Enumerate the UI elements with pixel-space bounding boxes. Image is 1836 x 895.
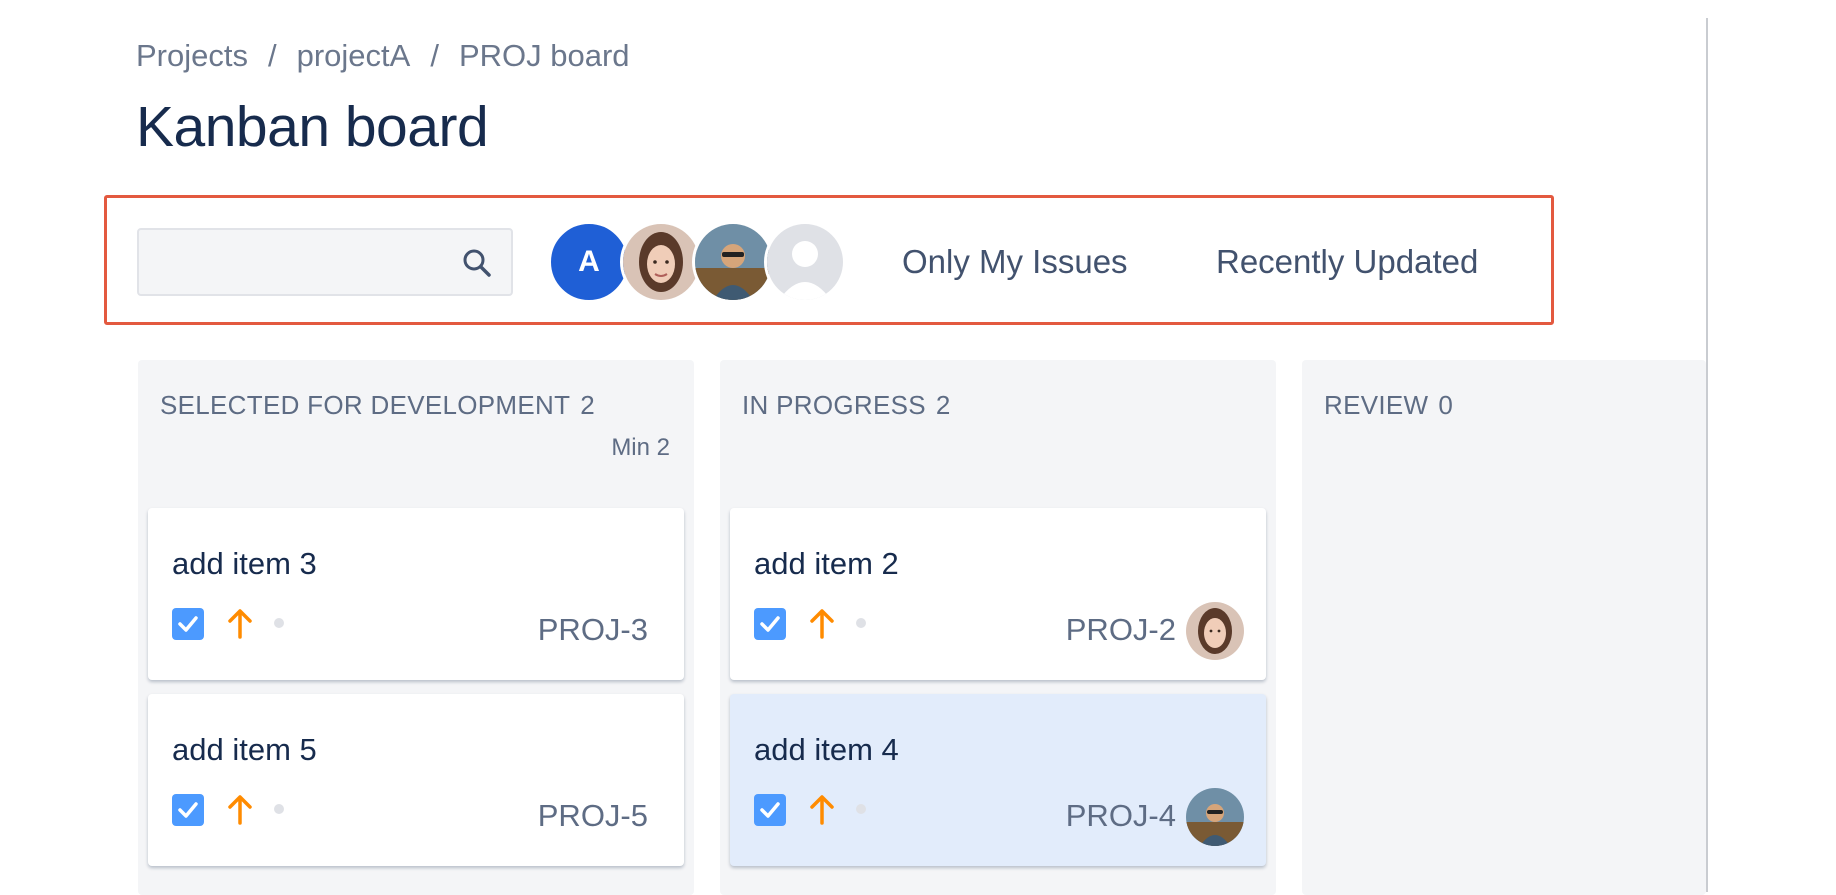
issue-card[interactable]: add item 3 PROJ-3 <box>148 508 684 680</box>
issue-title: add item 3 <box>172 546 317 581</box>
column-count: 2 <box>935 390 951 420</box>
column-min-constraint: Min 2 <box>611 434 670 461</box>
breadcrumb: Projects / projectA / PROJ board <box>136 38 630 74</box>
breadcrumb-project[interactable]: projectA <box>297 38 411 74</box>
issue-card[interactable]: add item 5 PROJ-5 <box>148 694 684 866</box>
woman-avatar-icon <box>1186 602 1244 660</box>
column-selected-for-development: SELECTED FOR DEVELOPMENT 2 Min 2 add item… <box>138 360 694 895</box>
page-title: Kanban board <box>136 95 489 159</box>
arrow-up-icon <box>228 609 252 639</box>
column-review: REVIEW 0 <box>1302 360 1706 895</box>
woman-avatar-icon <box>623 224 699 300</box>
column-header: REVIEW 0 <box>1324 390 1453 421</box>
recently-updated-filter[interactable]: Recently Updated <box>1216 243 1478 281</box>
column-count: 2 <box>580 390 596 420</box>
estimate-dot-icon <box>856 618 866 628</box>
panel-divider <box>1706 18 1708 892</box>
man-avatar-icon <box>1186 788 1244 846</box>
avatar-filter-woman[interactable] <box>620 221 702 303</box>
breadcrumb-board[interactable]: PROJ board <box>459 38 630 74</box>
arrow-up-icon <box>228 795 252 825</box>
issue-title: add item 4 <box>754 732 899 767</box>
checkbox-icon <box>754 608 786 640</box>
column-in-progress: IN PROGRESS 2 add item 2 PROJ-2 add item … <box>720 360 1276 895</box>
avatar-filter-a[interactable]: A <box>548 221 630 303</box>
man-avatar-icon <box>695 224 771 300</box>
column-title: REVIEW <box>1324 390 1429 420</box>
arrow-up-icon <box>810 609 834 639</box>
search-icon[interactable] <box>461 247 493 279</box>
estimate-dot-icon <box>856 804 866 814</box>
estimate-dot-icon <box>274 618 284 628</box>
column-header: SELECTED FOR DEVELOPMENT 2 <box>160 390 595 421</box>
estimate-dot-icon <box>274 804 284 814</box>
assignee-avatar[interactable] <box>1186 788 1244 846</box>
breadcrumb-separator: / <box>430 38 439 73</box>
checkbox-icon <box>172 608 204 640</box>
breadcrumb-projects[interactable]: Projects <box>136 38 248 74</box>
avatar-filter-man[interactable] <box>692 221 774 303</box>
issue-card[interactable]: add item 2 PROJ-2 <box>730 508 1266 680</box>
issue-key[interactable]: PROJ-4 <box>1066 798 1176 834</box>
column-header: IN PROGRESS 2 <box>742 390 951 421</box>
checkbox-icon <box>172 794 204 826</box>
search-input[interactable] <box>139 230 467 294</box>
column-count: 0 <box>1438 390 1454 420</box>
issue-key[interactable]: PROJ-3 <box>538 612 648 648</box>
issue-key[interactable]: PROJ-5 <box>538 798 648 834</box>
issue-title: add item 5 <box>172 732 317 767</box>
only-my-issues-filter[interactable]: Only My Issues <box>902 243 1128 281</box>
default-user-icon <box>767 224 843 300</box>
assignee-avatar[interactable] <box>1186 602 1244 660</box>
arrow-up-icon <box>810 795 834 825</box>
issue-key[interactable]: PROJ-2 <box>1066 612 1176 648</box>
issue-card-selected[interactable]: add item 4 PROJ-4 <box>730 694 1266 866</box>
avatar-initial: A <box>578 245 600 278</box>
breadcrumb-separator: / <box>267 38 277 73</box>
column-title: IN PROGRESS <box>742 390 926 420</box>
issue-title: add item 2 <box>754 546 899 581</box>
avatar-filter-unassigned[interactable] <box>764 221 846 303</box>
column-title: SELECTED FOR DEVELOPMENT <box>160 390 571 420</box>
search-box[interactable] <box>137 228 513 296</box>
checkbox-icon <box>754 794 786 826</box>
